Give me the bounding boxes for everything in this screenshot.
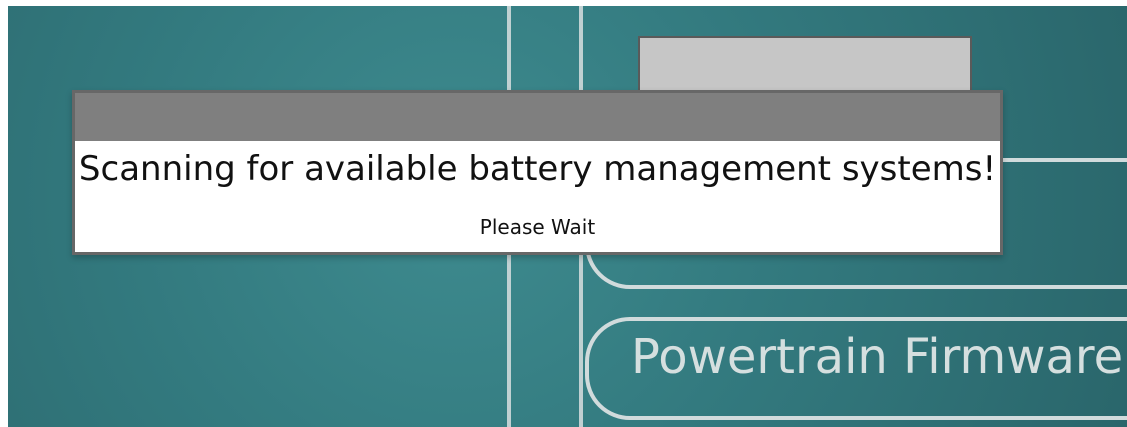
powertrain-firmware-label: Powertrain Firmware xyxy=(631,329,1124,385)
dialog-title-bar xyxy=(75,93,1000,141)
gray-input-box[interactable] xyxy=(638,36,972,98)
powertrain-firmware-button[interactable]: Powertrain Firmware xyxy=(585,317,1127,420)
scanning-dialog: Scanning for available battery managemen… xyxy=(72,90,1003,255)
app-window: Powertrain Firmware Scanning for availab… xyxy=(8,6,1127,427)
dialog-message: Scanning for available battery managemen… xyxy=(78,149,997,189)
dialog-submessage: Please Wait xyxy=(479,215,596,239)
